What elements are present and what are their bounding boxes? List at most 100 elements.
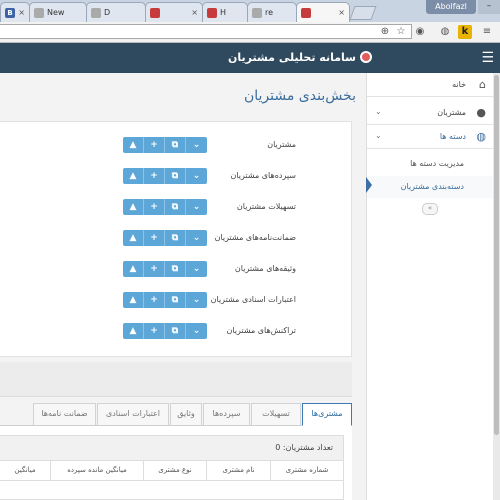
sidebar-item-label: مدیریت دسته ها — [410, 159, 464, 168]
tab-close-icon[interactable]: × — [18, 8, 25, 17]
column-header[interactable]: نوع مشتری — [143, 460, 206, 480]
segment-row: ▲ + ⧉ ⌄ تراکنش‌های مشتریان — [0, 323, 352, 341]
browser-tab-title: re — [265, 8, 274, 17]
tab-close-icon[interactable]: × — [191, 8, 198, 17]
sidebar-collapse-button[interactable]: « — [422, 203, 438, 215]
copy-button[interactable]: ⧉ — [165, 323, 186, 339]
segment-row-label: تراکنش‌های مشتریان — [226, 326, 296, 335]
row-button-group: ▲ + ⧉ ⌄ — [123, 230, 207, 246]
warning-button[interactable]: ▲ — [123, 230, 144, 246]
sidebar-item-categories[interactable]: ◍ دسته ها ⌄ — [367, 125, 494, 149]
browser-tab[interactable]: B × — [0, 2, 30, 22]
add-button[interactable]: + — [144, 323, 165, 339]
chevron-down-icon: ⌄ — [375, 131, 382, 140]
dropdown-button[interactable]: ⌄ — [186, 323, 207, 339]
page-icon — [91, 7, 101, 18]
sidebar-item-label: دسته‌بندی مشتریان — [400, 182, 464, 191]
segment-row: ▲ + ⧉ ⌄ مشتریان — [0, 137, 352, 155]
menu-icon[interactable]: ≡ — [480, 25, 494, 39]
copy-button[interactable]: ⧉ — [165, 137, 186, 153]
browser-tab[interactable]: New — [29, 2, 87, 22]
scrollbar[interactable] — [493, 73, 500, 500]
new-tab-button[interactable] — [349, 6, 377, 20]
dropdown-button[interactable]: ⌄ — [186, 292, 207, 308]
minimize-icon[interactable]: – — [478, 0, 500, 14]
tab-customers[interactable]: مشتری‌ها — [302, 403, 352, 426]
dropdown-button[interactable]: ⌄ — [186, 261, 207, 277]
chevron-down-icon: ⌄ — [375, 107, 382, 116]
dropdown-button[interactable]: ⌄ — [186, 137, 207, 153]
app-title: سامانه تحلیلی مشتریان — [228, 51, 356, 64]
column-header[interactable]: نام مشتری — [206, 460, 270, 480]
copy-button[interactable]: ⧉ — [165, 261, 186, 277]
browser-tab[interactable]: H — [202, 2, 248, 22]
table-header: شماره مشتری نام مشتری نوع مشتری میانگین … — [0, 460, 343, 481]
add-button[interactable]: + — [144, 137, 165, 153]
zoom-icon[interactable]: ⊕ — [378, 25, 392, 39]
browser-tab[interactable]: × — [145, 2, 203, 22]
extension-icon[interactable]: ◍ — [438, 25, 452, 39]
warning-button[interactable]: ▲ — [123, 261, 144, 277]
column-header[interactable]: میانگین مانده سپرده — [50, 460, 143, 480]
segment-row-label: سپرده‌های مشتریان — [230, 171, 296, 180]
bookmark-star-icon[interactable]: ☆ — [394, 25, 408, 39]
user-icon: ● — [476, 106, 486, 119]
segment-row: ▲ + ⧉ ⌄ سپرده‌های مشتریان — [0, 168, 352, 186]
copy-button[interactable]: ⧉ — [165, 199, 186, 215]
sidebar-item-label: خانه — [452, 80, 466, 89]
dropdown-button[interactable]: ⌄ — [186, 199, 207, 215]
add-button[interactable]: + — [144, 292, 165, 308]
app-icon — [207, 7, 217, 18]
app-icon — [150, 7, 160, 18]
profile-button[interactable]: Abolfazl — [426, 0, 476, 14]
hamburger-icon[interactable]: ☰ — [481, 50, 494, 66]
browser-toolbar: ⊕ ☆ ◉ ◍ k ≡ — [0, 22, 500, 43]
add-button[interactable]: + — [144, 168, 165, 184]
tab-deposits[interactable]: سپرده‌ها — [203, 403, 250, 425]
home-icon: ⌂ — [479, 78, 486, 91]
dropdown-button[interactable]: ⌄ — [186, 230, 207, 246]
add-button[interactable]: + — [144, 230, 165, 246]
blank-page-icon — [34, 7, 44, 18]
warning-button[interactable]: ▲ — [123, 199, 144, 215]
browser-tab[interactable]: D — [86, 2, 146, 22]
add-button[interactable]: + — [144, 261, 165, 277]
segment-row-label: مشتریان — [267, 140, 296, 149]
browser-tab-active[interactable]: × — [296, 2, 350, 22]
extension-k-icon[interactable]: k — [458, 25, 472, 39]
segment-row: ▲ + ⧉ ⌄ اعتبارات اسنادی مشتریان — [0, 292, 352, 310]
warning-button[interactable]: ▲ — [123, 292, 144, 308]
sidebar-item-home[interactable]: ⌂ خانه — [367, 73, 494, 97]
segment-row-label: ضمانت‌نامه‌های مشتریان — [214, 233, 296, 242]
warning-button[interactable]: ▲ — [123, 323, 144, 339]
extension-icon[interactable]: ◉ — [413, 25, 427, 39]
copy-button[interactable]: ⧉ — [165, 168, 186, 184]
sidebar-subitem-customer-segmentation[interactable]: دسته‌بندی مشتریان — [367, 176, 494, 198]
sidebar-subitem-manage-categories[interactable]: مدیریت دسته ها — [367, 153, 494, 175]
tab-close-icon[interactable]: × — [338, 8, 345, 17]
column-header[interactable]: شماره مشتری — [270, 460, 343, 480]
dropdown-button[interactable]: ⌄ — [186, 168, 207, 184]
add-button[interactable]: + — [144, 199, 165, 215]
browser-tab[interactable]: re — [247, 2, 297, 22]
scrollbar-thumb[interactable] — [494, 75, 499, 435]
address-bar[interactable] — [0, 24, 412, 39]
segment-row-label: تسهیلات مشتریان — [236, 202, 296, 211]
segment-row: ▲ + ⧉ ⌄ ضمانت‌نامه‌های مشتریان — [0, 230, 352, 248]
app-logo-icon — [360, 51, 372, 63]
warning-button[interactable]: ▲ — [123, 168, 144, 184]
tab-letters-of-credit[interactable]: اعتبارات اسنادی — [97, 403, 169, 425]
sidebar-item-customers[interactable]: ● مشتریان ⌄ — [367, 101, 494, 125]
copy-button[interactable]: ⧉ — [165, 230, 186, 246]
copy-button[interactable]: ⧉ — [165, 292, 186, 308]
segments-panel: ▲ + ⧉ ⌄ مشتریان ▲ + ⧉ ⌄ سپرده‌های مشتریا… — [0, 121, 352, 357]
column-header[interactable]: میانگین — [0, 460, 50, 480]
page-title: بخش‌بندی مشتریان — [243, 88, 356, 104]
customers-table-panel: تعداد مشتریان: 0 شماره مشتری نام مشتری ن… — [0, 435, 344, 500]
tab-collaterals[interactable]: وثایق — [170, 403, 202, 425]
browser-tab-title: New — [47, 8, 65, 17]
app-icon — [301, 7, 311, 18]
warning-button[interactable]: ▲ — [123, 137, 144, 153]
tab-facilities[interactable]: تسهیلات — [251, 403, 301, 425]
tab-guarantees[interactable]: ضمانت نامه‌ها — [33, 403, 96, 425]
